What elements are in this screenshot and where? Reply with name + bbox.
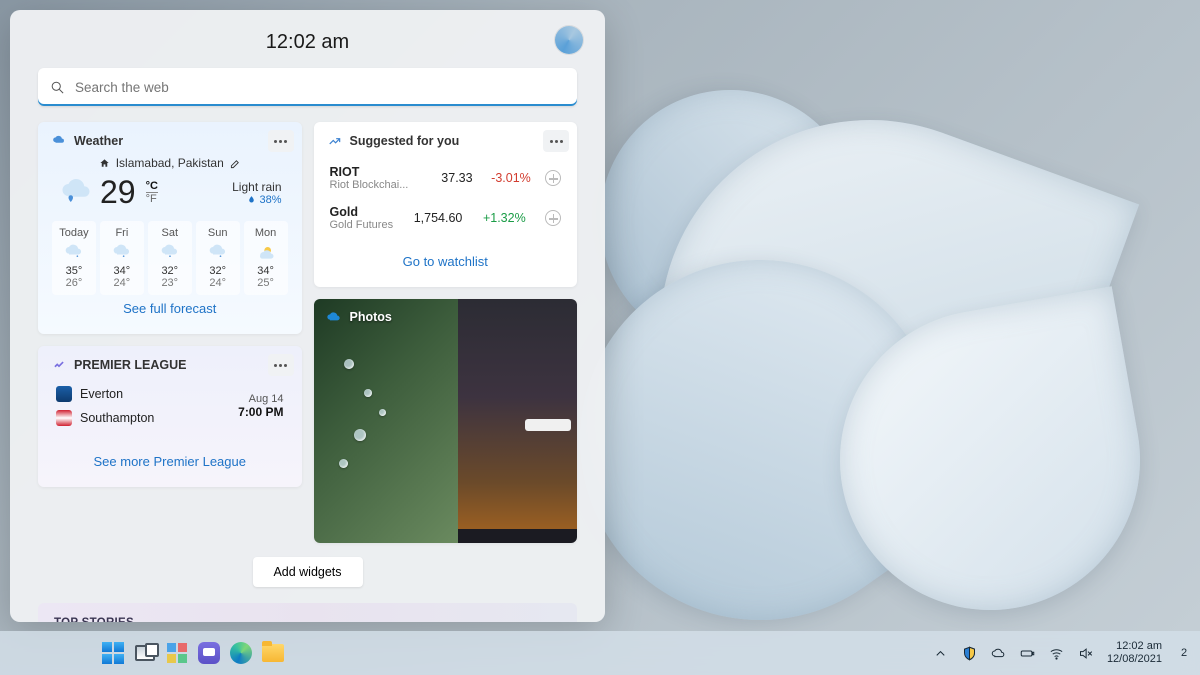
weather-more-button[interactable] xyxy=(268,130,294,152)
photo-thumbnail[interactable] xyxy=(458,299,577,543)
weather-location: Islamabad, Pakistan xyxy=(116,156,224,170)
onedrive-tray-icon[interactable] xyxy=(991,646,1006,661)
suggested-title: Suggested for you xyxy=(350,134,460,148)
chat-button[interactable] xyxy=(196,640,222,666)
forecast-day[interactable]: Today35°26° xyxy=(52,221,96,295)
match-time: Aug 14 7:00 PM xyxy=(238,393,283,419)
premier-title: PREMIER LEAGUE xyxy=(74,358,187,372)
team-row: Everton xyxy=(56,386,154,402)
stock-row[interactable]: GoldGold Futures 1,754.60 +1.32% xyxy=(328,198,564,238)
battery-icon[interactable] xyxy=(1020,646,1035,661)
forecast-day[interactable]: Sat32°23° xyxy=(148,221,192,295)
weather-condition: Light rain xyxy=(232,180,281,194)
widgets-button[interactable] xyxy=(164,640,190,666)
volume-muted-icon[interactable] xyxy=(1078,646,1093,661)
file-explorer-button[interactable] xyxy=(260,640,286,666)
taskbar: 12:02 am 12/08/2021 2 xyxy=(0,631,1200,675)
photo-thumbnail[interactable] xyxy=(314,299,459,543)
widgets-panel: 12:02 am Weather Islamabad, Pakistan xyxy=(10,10,605,622)
top-stories-header[interactable]: TOP STORIES xyxy=(38,603,577,622)
weather-humidity: 38% xyxy=(259,194,281,206)
stock-row[interactable]: RIOTRiot Blockchai... 37.33 -3.01% xyxy=(328,158,564,198)
system-tray[interactable]: 12:02 am 12/08/2021 2 xyxy=(933,640,1192,665)
premier-league-card[interactable]: PREMIER LEAGUE Everton Southampton Aug 1… xyxy=(38,346,302,487)
start-button[interactable] xyxy=(100,640,126,666)
add-stock-icon[interactable] xyxy=(545,170,561,186)
add-stock-icon[interactable] xyxy=(545,210,561,226)
panel-clock: 12:02 am xyxy=(266,31,349,54)
edge-button[interactable] xyxy=(228,640,254,666)
forecast-row: Today35°26° Fri34°24° Sat32°23° Sun32°24… xyxy=(52,221,288,295)
weather-card[interactable]: Weather Islamabad, Pakistan 29 °C °F xyxy=(38,122,302,334)
weather-temp: 29 xyxy=(100,174,136,211)
chevron-up-icon[interactable] xyxy=(933,646,948,661)
search-input[interactable] xyxy=(75,80,565,95)
droplet-icon xyxy=(247,195,256,204)
trending-icon xyxy=(328,134,342,148)
edit-icon[interactable] xyxy=(230,158,241,169)
premier-more-button[interactable] xyxy=(268,354,294,376)
onedrive-icon xyxy=(326,309,342,325)
suggested-more-button[interactable] xyxy=(543,130,569,152)
rain-cloud-icon xyxy=(58,175,94,211)
see-full-forecast-link[interactable]: See full forecast xyxy=(52,295,288,322)
forecast-day[interactable]: Sun32°24° xyxy=(196,221,240,295)
see-more-premier-link[interactable]: See more Premier League xyxy=(52,448,288,475)
wifi-icon[interactable] xyxy=(1049,646,1064,661)
photos-title: Photos xyxy=(350,310,392,324)
unit-fahrenheit[interactable]: °F xyxy=(146,193,158,205)
security-icon[interactable] xyxy=(962,646,977,661)
team-row: Southampton xyxy=(56,410,154,426)
add-widgets-button[interactable]: Add widgets xyxy=(253,557,363,587)
suggested-card[interactable]: Suggested for you RIOTRiot Blockchai... … xyxy=(314,122,578,287)
forecast-day[interactable]: Fri34°24° xyxy=(100,221,144,295)
notification-count[interactable]: 2 xyxy=(1176,647,1192,659)
forecast-day[interactable]: Mon34°25° xyxy=(244,221,288,295)
taskbar-clock[interactable]: 12:02 am 12/08/2021 xyxy=(1107,640,1162,665)
go-to-watchlist-link[interactable]: Go to watchlist xyxy=(328,248,564,275)
unit-celsius[interactable]: °C xyxy=(146,180,158,193)
search-icon xyxy=(50,80,65,95)
photos-card[interactable]: Photos xyxy=(314,299,578,543)
search-box[interactable] xyxy=(38,68,577,106)
team-badge-icon xyxy=(56,410,72,426)
home-icon xyxy=(99,158,110,169)
weather-title: Weather xyxy=(74,134,123,148)
sport-icon xyxy=(52,358,66,372)
weather-icon xyxy=(52,134,66,148)
task-view-button[interactable] xyxy=(132,640,158,666)
user-avatar[interactable] xyxy=(555,26,583,54)
team-badge-icon xyxy=(56,386,72,402)
